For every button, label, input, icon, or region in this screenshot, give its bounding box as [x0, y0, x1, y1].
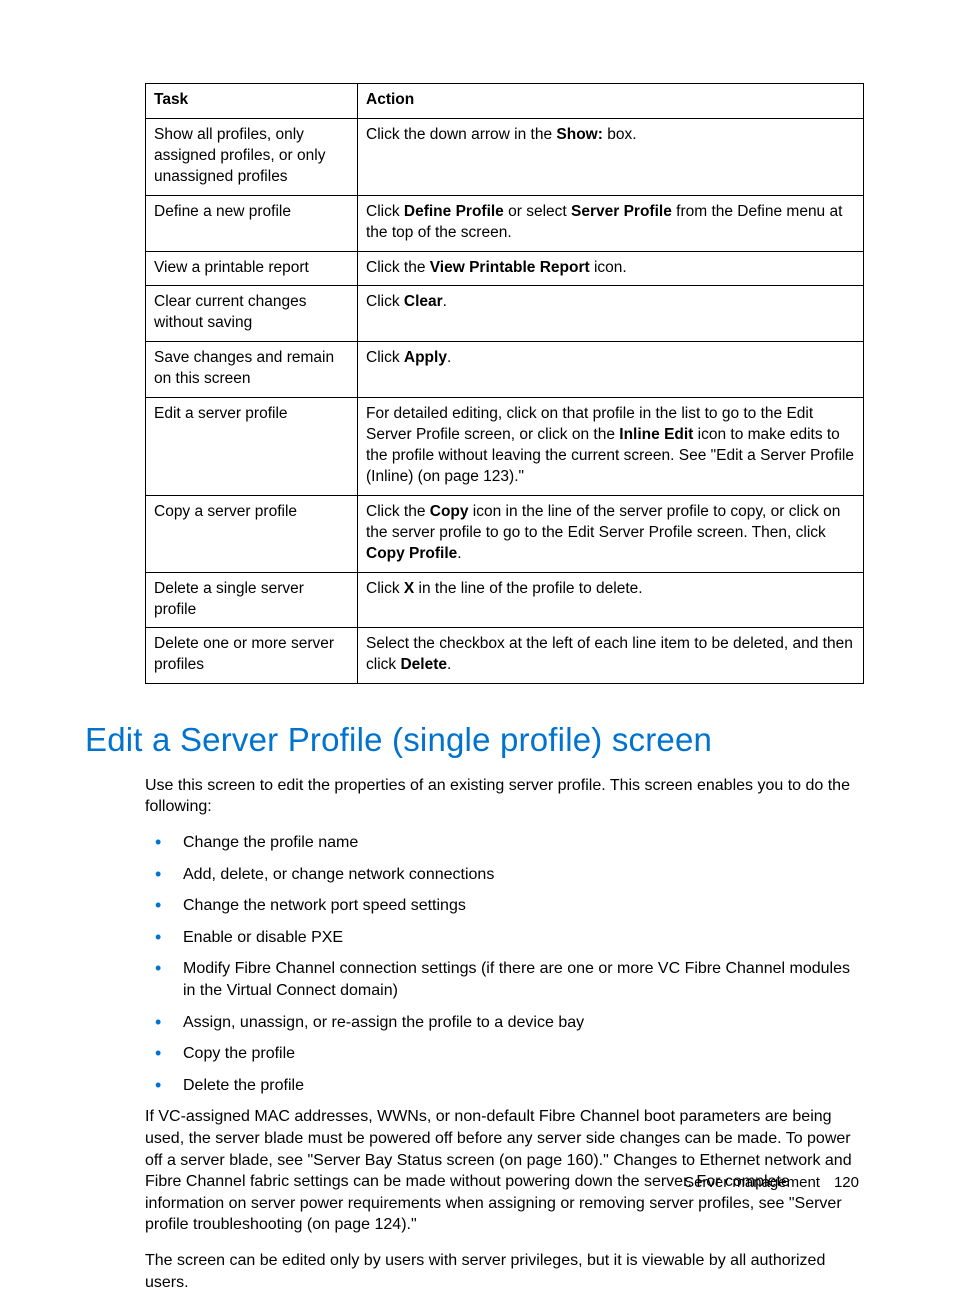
task-action-table: Task Action Show all profiles, only assi…	[145, 83, 864, 684]
table-row: Delete a single server profile Click X i…	[146, 572, 864, 628]
task-cell: Delete a single server profile	[146, 572, 358, 628]
table-row: Edit a server profile For detailed editi…	[146, 398, 864, 496]
intro-paragraph: Use this screen to edit the properties o…	[145, 775, 863, 818]
task-cell: Show all profiles, only assigned profile…	[146, 118, 358, 195]
table-row: Clear current changes without saving Cli…	[146, 286, 864, 342]
action-cell: Click Apply.	[358, 342, 864, 398]
section-heading: Edit a Server Profile (single profile) s…	[85, 718, 859, 763]
action-cell: Select the checkbox at the left of each …	[358, 628, 864, 684]
body-paragraph: The screen can be edited only by users w…	[145, 1250, 863, 1293]
table-row: View a printable report Click the View P…	[146, 251, 864, 286]
list-item: Change the network port speed settings	[145, 895, 863, 917]
footer-section: Server management	[684, 1174, 820, 1191]
task-cell: Save changes and remain on this screen	[146, 342, 358, 398]
task-cell: View a printable report	[146, 251, 358, 286]
task-cell: Edit a server profile	[146, 398, 358, 496]
page: Task Action Show all profiles, only assi…	[0, 0, 954, 1235]
body-paragraph: If VC-assigned MAC addresses, WWNs, or n…	[145, 1106, 863, 1236]
list-item: Assign, unassign, or re-assign the profi…	[145, 1012, 863, 1034]
action-cell: Click the down arrow in the Show: box.	[358, 118, 864, 195]
list-item: Modify Fibre Channel connection settings…	[145, 958, 863, 1001]
action-cell: Click Clear.	[358, 286, 864, 342]
col-header-action: Action	[358, 84, 864, 119]
action-cell: For detailed editing, click on that prof…	[358, 398, 864, 496]
col-header-task: Task	[146, 84, 358, 119]
action-cell: Click Define Profile or select Server Pr…	[358, 195, 864, 251]
capability-list: Change the profile name Add, delete, or …	[145, 832, 863, 1096]
table-header-row: Task Action	[146, 84, 864, 119]
table-row: Define a new profile Click Define Profil…	[146, 195, 864, 251]
action-cell: Click the Copy icon in the line of the s…	[358, 495, 864, 572]
task-cell: Define a new profile	[146, 195, 358, 251]
body-content: Use this screen to edit the properties o…	[145, 775, 863, 1293]
list-item: Copy the profile	[145, 1043, 863, 1065]
task-cell: Clear current changes without saving	[146, 286, 358, 342]
page-footer: Server management 120	[684, 1173, 859, 1193]
task-cell: Copy a server profile	[146, 495, 358, 572]
footer-page-number: 120	[834, 1174, 859, 1191]
action-cell: Click X in the line of the profile to de…	[358, 572, 864, 628]
action-cell: Click the View Printable Report icon.	[358, 251, 864, 286]
table-row: Delete one or more server profiles Selec…	[146, 628, 864, 684]
list-item: Delete the profile	[145, 1075, 863, 1097]
list-item: Add, delete, or change network connectio…	[145, 864, 863, 886]
table-row: Show all profiles, only assigned profile…	[146, 118, 864, 195]
table-row: Save changes and remain on this screen C…	[146, 342, 864, 398]
table-row: Copy a server profile Click the Copy ico…	[146, 495, 864, 572]
list-item: Change the profile name	[145, 832, 863, 854]
list-item: Enable or disable PXE	[145, 927, 863, 949]
task-cell: Delete one or more server profiles	[146, 628, 358, 684]
